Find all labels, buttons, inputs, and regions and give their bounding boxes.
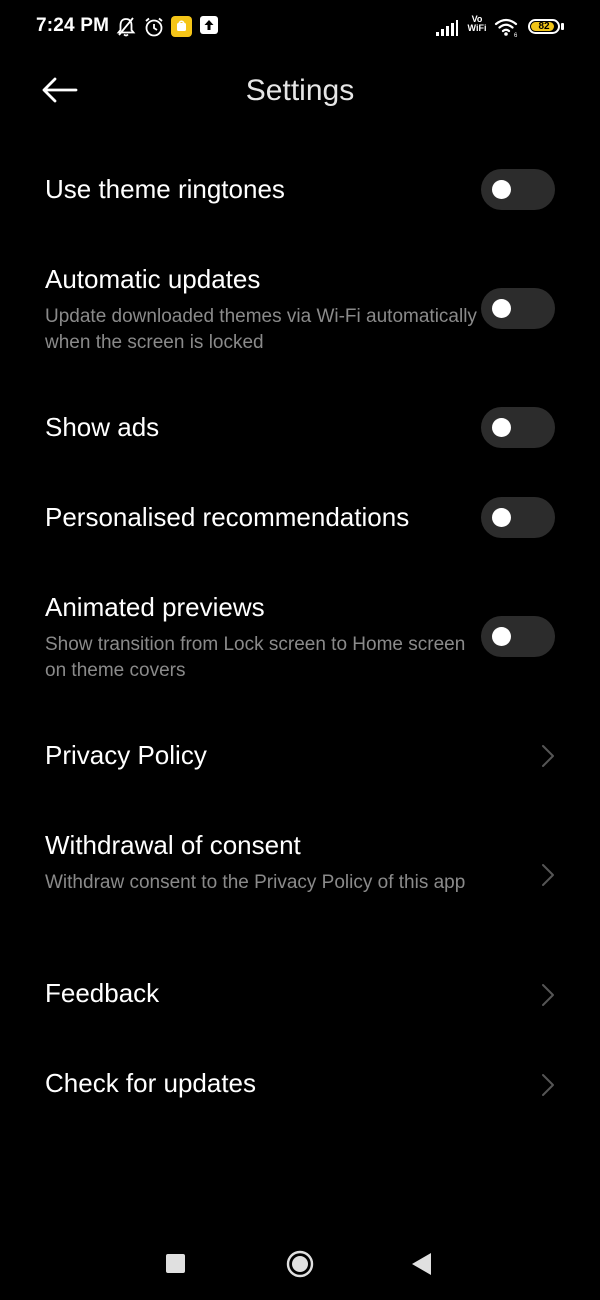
back-triangle-icon[interactable] — [412, 1253, 431, 1275]
setting-title: Check for updates — [45, 1068, 257, 1098]
battery-icon: 82 — [528, 19, 560, 34]
chevron-right-icon[interactable] — [540, 1073, 556, 1097]
setting-personalised-recommendations[interactable]: Personalised recommendations — [0, 478, 600, 558]
setting-title: Show ads — [45, 412, 160, 442]
chevron-right-icon[interactable] — [540, 983, 556, 1007]
home-circle-icon[interactable] — [286, 1250, 314, 1278]
svg-text:6: 6 — [514, 33, 518, 37]
personalised-recommendations-toggle[interactable] — [481, 497, 555, 538]
setting-privacy-policy[interactable]: Privacy Policy — [0, 716, 600, 796]
setting-title: Withdrawal of consent — [45, 830, 301, 860]
toggle-knob — [492, 299, 511, 318]
setting-feedback[interactable]: Feedback — [0, 954, 600, 1034]
page-title: Settings — [245, 74, 355, 107]
mute-bell-icon — [116, 17, 136, 37]
use-theme-ringtones-toggle[interactable] — [481, 169, 555, 210]
vowifi-bottom-label: WiFi — [467, 23, 487, 33]
setting-title: Animated previews — [45, 592, 265, 622]
chevron-right-icon[interactable] — [540, 744, 556, 768]
vowifi-icon: Vo WiFi — [466, 15, 488, 33]
setting-title: Automatic updates — [45, 264, 261, 294]
setting-title: Feedback — [45, 978, 160, 1008]
setting-show-ads[interactable]: Show ads — [0, 388, 600, 468]
toggle-knob — [492, 180, 511, 199]
alarm-icon — [145, 17, 163, 37]
battery-tip — [561, 23, 564, 30]
notification-app-icon — [171, 16, 192, 37]
toggle-knob — [492, 627, 511, 646]
status-bar: 7:24 PM Vo WiFi 6 82 — [0, 0, 600, 56]
setting-subtitle: Withdraw consent to the Privacy Policy o… — [45, 872, 466, 893]
chevron-right-icon[interactable] — [540, 863, 556, 887]
upload-icon — [200, 16, 218, 34]
toggle-knob — [492, 508, 511, 527]
setting-check-for-updates[interactable]: Check for updates — [0, 1044, 600, 1124]
setting-subtitle: Show transition from Lock screen to Home… — [45, 634, 466, 681]
wifi-icon: 6 — [494, 18, 518, 37]
battery-level: 82 — [538, 21, 550, 32]
setting-title: Privacy Policy — [45, 740, 207, 770]
setting-title: Use theme ringtones — [45, 174, 285, 204]
setting-subtitle: Update downloaded themes via Wi-Fi autom… — [45, 306, 477, 353]
setting-withdrawal-of-consent[interactable]: Withdrawal of consent Withdraw consent t… — [0, 806, 600, 936]
setting-automatic-updates[interactable]: Automatic updates Update downloaded them… — [0, 240, 600, 370]
header: Settings — [0, 60, 600, 124]
status-time: 7:24 PM — [36, 15, 110, 36]
setting-title: Personalised recommendations — [45, 502, 410, 532]
navigation-bar — [0, 1230, 600, 1300]
show-ads-toggle[interactable] — [481, 407, 555, 448]
toggle-knob — [492, 418, 511, 437]
setting-animated-previews[interactable]: Animated previews Show transition from L… — [0, 568, 600, 698]
automatic-updates-toggle[interactable] — [481, 288, 555, 329]
setting-use-theme-ringtones[interactable]: Use theme ringtones — [0, 150, 600, 230]
signal-icon — [436, 20, 458, 36]
animated-previews-toggle[interactable] — [481, 616, 555, 657]
recents-square-icon[interactable] — [166, 1254, 185, 1273]
